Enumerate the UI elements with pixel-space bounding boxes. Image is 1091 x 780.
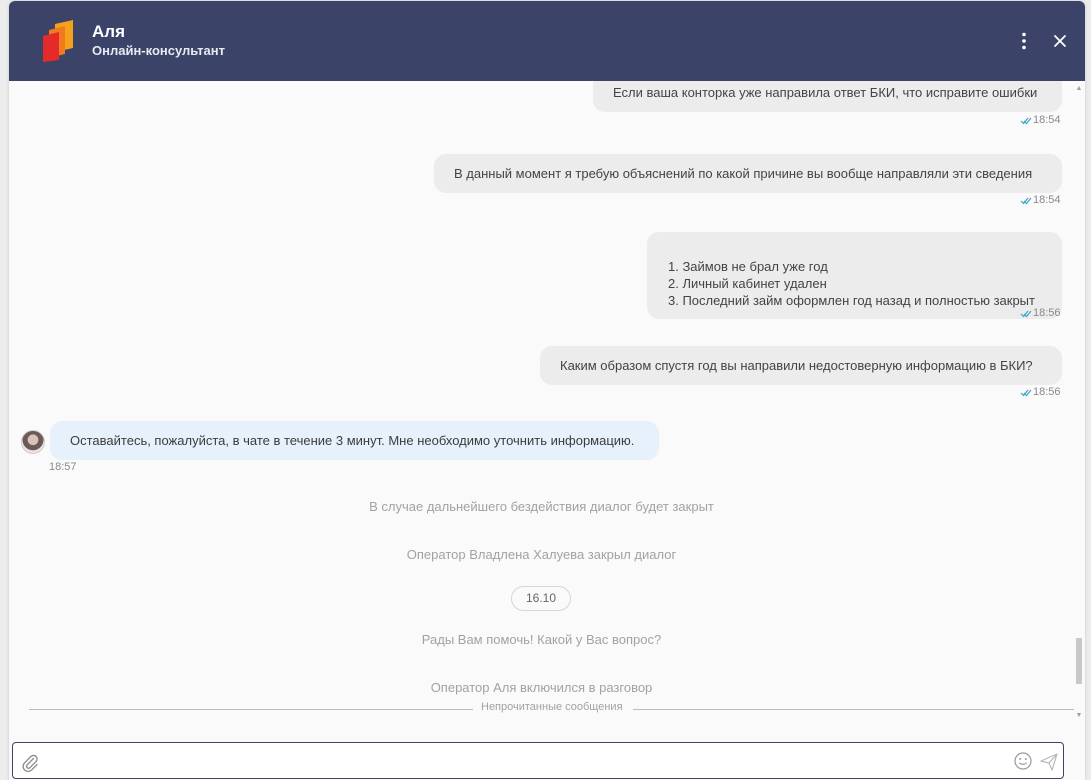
system-message: Рады Вам помочь! Какой у Вас вопрос? bbox=[421, 632, 662, 647]
message-time: 18:54 bbox=[1033, 114, 1061, 126]
more-vertical-icon[interactable] bbox=[1012, 29, 1036, 53]
unread-divider-label: Непрочитанные сообщения bbox=[481, 701, 623, 713]
system-message: Оператор Владлена Халуева закрыл диалог bbox=[406, 547, 677, 562]
outgoing-message: В данный момент я требую объяснений по к… bbox=[434, 154, 1062, 193]
read-check-icon bbox=[1020, 389, 1032, 397]
scrollbar-thumb[interactable] bbox=[1076, 638, 1082, 684]
message-time: 18:56 bbox=[1033, 307, 1061, 319]
message-time: 18:57 bbox=[49, 461, 77, 473]
operator-role: Онлайн-консультант bbox=[92, 43, 225, 58]
message-text: Если ваша конторка уже направила ответ Б… bbox=[613, 85, 1038, 100]
message-input[interactable] bbox=[57, 749, 991, 775]
message-text: Каким образом спустя год вы направили не… bbox=[560, 358, 1033, 373]
message-time: 18:56 bbox=[1033, 386, 1061, 398]
date-separator: 16.10 bbox=[511, 586, 571, 611]
message-meta: 18:56 bbox=[1020, 385, 1061, 399]
unread-divider-line bbox=[29, 709, 473, 710]
close-icon[interactable] bbox=[1048, 29, 1072, 53]
message-meta: 18:54 bbox=[1020, 193, 1061, 207]
unread-divider-line bbox=[633, 709, 1074, 710]
outgoing-message: 1. Займов не брал уже год 2. Личный каби… bbox=[647, 232, 1062, 319]
chat-widget: Аля Онлайн-консультант Если ваша конторк… bbox=[9, 1, 1085, 780]
message-text: В данный момент я требую объяснений по к… bbox=[454, 166, 1033, 181]
read-check-icon bbox=[1020, 197, 1032, 205]
operator-avatar bbox=[21, 430, 45, 454]
smiley-icon[interactable] bbox=[1013, 751, 1033, 776]
send-icon[interactable] bbox=[1039, 752, 1059, 777]
brand-logo bbox=[43, 20, 73, 62]
message-composer bbox=[12, 742, 1064, 779]
incoming-message: Оставайтесь, пожалуйста, в чате в течени… bbox=[50, 421, 659, 460]
outgoing-message: Каким образом спустя год вы направили не… bbox=[540, 346, 1062, 385]
chat-header: Аля Онлайн-консультант bbox=[9, 1, 1085, 81]
operator-name: Аля bbox=[92, 22, 125, 41]
read-check-icon bbox=[1020, 117, 1032, 125]
read-check-icon bbox=[1020, 310, 1032, 318]
system-message: В случае дальнейшего бездействия диалог … bbox=[369, 499, 714, 514]
message-list[interactable]: Если ваша конторка уже направила ответ Б… bbox=[9, 81, 1085, 735]
message-text: 1. Займов не брал уже год 2. Личный каби… bbox=[668, 259, 1035, 308]
paperclip-icon[interactable] bbox=[20, 752, 40, 777]
message-meta: 18:56 bbox=[1020, 306, 1061, 320]
message-meta: 18:54 bbox=[1020, 113, 1061, 127]
scroll-up-arrow[interactable]: ▲ bbox=[1075, 85, 1083, 92]
message-time: 18:54 bbox=[1033, 194, 1061, 206]
message-text: Оставайтесь, пожалуйста, в чате в течени… bbox=[70, 433, 635, 448]
system-message: Оператор Аля включился в разговор bbox=[430, 680, 653, 695]
scroll-down-arrow[interactable]: ▼ bbox=[1075, 712, 1083, 719]
outgoing-message: Если ваша конторка уже направила ответ Б… bbox=[593, 81, 1062, 112]
